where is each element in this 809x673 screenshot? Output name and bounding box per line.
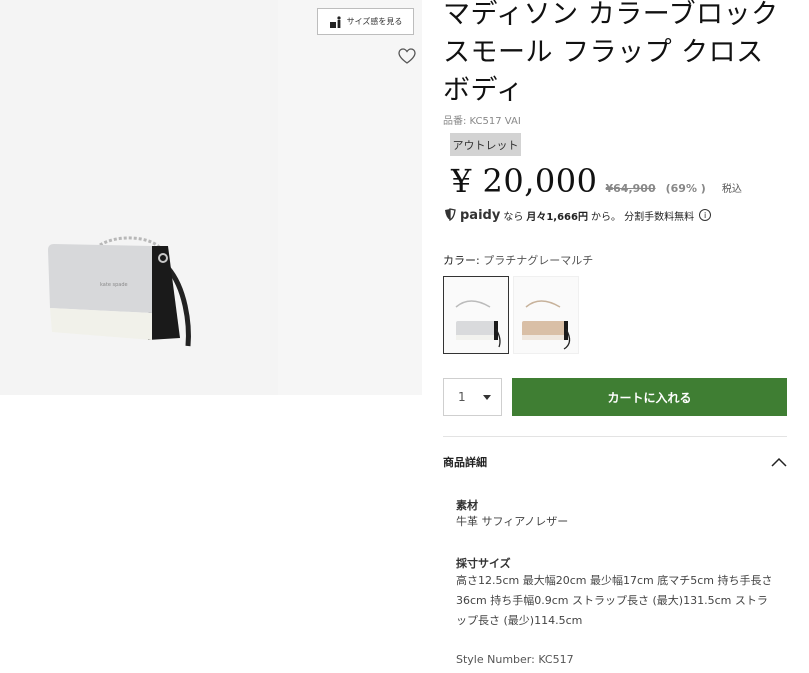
person-size-icon	[329, 15, 341, 28]
heart-icon[interactable]	[398, 48, 416, 65]
swatch-beige-bag-image	[522, 300, 571, 350]
size-value: 高さ12.5cm 最大幅20cm 最少幅17cm 底マチ5cm 持ち手長さ36c…	[456, 574, 773, 627]
product-details-toggle[interactable]: 商品詳細	[443, 453, 787, 471]
size-guide-button[interactable]: サイズ感を見る	[317, 8, 414, 35]
paidy-text-prefix: なら	[503, 211, 524, 223]
discount-percent: (69% )	[665, 182, 706, 195]
product-details-heading: 商品詳細	[443, 456, 487, 469]
bag-logo: kate spade	[100, 282, 128, 288]
chevron-up-icon	[771, 457, 787, 467]
color-label: カラー: プラチナグレーマルチ	[443, 252, 593, 268]
divider	[443, 436, 787, 437]
paidy-logo-icon	[445, 208, 456, 222]
bag-image: kate spade	[48, 236, 191, 347]
quantity-select[interactable]: 1	[443, 378, 502, 416]
caret-down-icon	[483, 394, 491, 400]
swatch-platinum-grey[interactable]	[443, 276, 509, 354]
material-heading: 素材	[456, 499, 478, 512]
product-code: 品番: KC517 VAI	[443, 116, 521, 127]
quantity-value: 1	[458, 390, 466, 404]
swatch-beige[interactable]	[513, 276, 579, 354]
color-label-key: カラー:	[443, 254, 480, 267]
original-price: ¥64,900	[605, 182, 656, 195]
material-value: 牛革 サフィアノレザー	[456, 515, 569, 528]
sale-price: ¥ 20,000	[451, 162, 598, 200]
paidy-text-suffix: から。 分割手数料無料	[590, 211, 695, 223]
color-label-value: プラチナグレーマルチ	[483, 254, 594, 267]
add-to-cart-button[interactable]: カートに入れる	[512, 378, 787, 416]
paidy-logo: paidy	[460, 207, 501, 223]
product-image: kate spade サイズ感を見る	[0, 0, 422, 395]
paidy-installment: paidy なら 月々1,666円 から。 分割手数料無料 i	[443, 206, 712, 224]
style-number: Style Number: KC517	[456, 653, 574, 666]
outlet-badge: アウトレット	[450, 133, 521, 156]
info-icon[interactable]: i	[699, 209, 712, 221]
price-row: ¥ 20,000 ¥64,900 (69% ) 税込	[451, 162, 742, 200]
tax-label: 税込	[721, 184, 742, 195]
size-guide-label: サイズ感を見る	[346, 17, 403, 26]
product-title: マディソン カラーブロック スモール フラップ クロスボディ	[443, 0, 779, 106]
swatch-grey-bag-image	[455, 300, 501, 348]
size-heading: 採寸サイズ	[456, 557, 511, 570]
paidy-monthly-amount: 月々1,666円	[526, 211, 588, 223]
